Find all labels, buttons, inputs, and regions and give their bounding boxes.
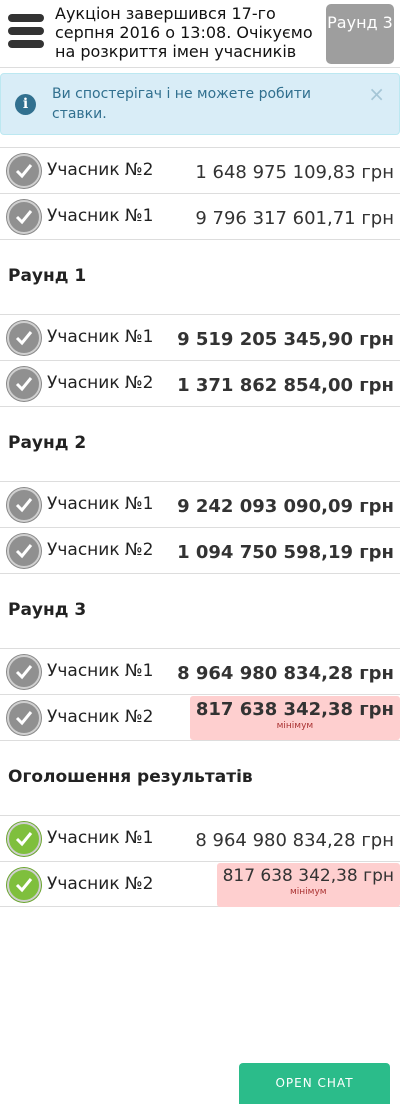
bid-row: Учасник №1 8 964 980 834,28 грн xyxy=(0,648,400,694)
observer-alert: i Ви спостерігач і не можете робити став… xyxy=(0,73,400,135)
bid-amount: 9 242 093 090,09 грн xyxy=(177,496,394,517)
round-title: Раунд 1 xyxy=(8,266,87,286)
bid-row: Учасник №1 9 242 093 090,09 грн xyxy=(0,481,400,527)
check-icon xyxy=(7,868,41,902)
result-row: Учасник №2 817 638 342,38 грн мінімум xyxy=(0,861,400,907)
participant-name: Учасник №2 xyxy=(47,160,154,180)
participant-name: Учасник №1 xyxy=(47,661,154,681)
bid-row: Учасник №2 1 648 975 109,83 грн xyxy=(0,147,400,193)
check-icon xyxy=(7,655,41,689)
round-heading: Раунд 2 xyxy=(0,406,400,481)
menu-icon[interactable] xyxy=(8,14,46,50)
participant-name: Учасник №2 xyxy=(47,373,154,393)
bid-row: Учасник №2 1 371 862 854,00 грн xyxy=(0,360,400,406)
participant-name: Учасник №1 xyxy=(47,206,154,226)
bid-row: Учасник №2 1 094 750 598,19 грн xyxy=(0,527,400,573)
participant-name: Учасник №1 xyxy=(47,327,154,347)
results-title: Оголошення результатів xyxy=(8,767,253,787)
check-icon xyxy=(7,822,41,856)
bids-list: Учасник №2 1 648 975 109,83 грн Учасник … xyxy=(0,147,400,907)
info-icon: i xyxy=(15,94,36,115)
bid-amount: 9 519 205 345,90 грн xyxy=(177,329,394,350)
bid-amount: 8 964 980 834,28 грн xyxy=(195,830,394,851)
participant-name: Учасник №2 xyxy=(47,540,154,560)
check-icon xyxy=(7,200,41,234)
check-icon xyxy=(7,154,41,188)
bid-amount: 1 371 862 854,00 грн xyxy=(177,375,394,396)
round-heading: Раунд 1 xyxy=(0,239,400,314)
participant-name: Учасник №1 xyxy=(47,494,154,514)
round-button[interactable]: Раунд 3 xyxy=(326,4,394,64)
bid-row: Учасник №1 9 519 205 345,90 грн xyxy=(0,314,400,360)
round-title: Раунд 3 xyxy=(8,600,87,620)
minimum-label: мінімум xyxy=(289,887,327,897)
check-icon xyxy=(7,321,41,355)
close-icon[interactable]: × xyxy=(368,82,385,106)
auction-status-title: Аукціон завершився 17-го серпня 2016 о 1… xyxy=(55,4,313,61)
top-bar: Аукціон завершився 17-го серпня 2016 о 1… xyxy=(0,0,400,68)
check-icon xyxy=(7,701,41,735)
bid-amount: 817 638 342,38 грн xyxy=(222,866,394,886)
alert-text: Ви спостерігач і не можете робити ставки… xyxy=(52,86,312,122)
round-title: Раунд 2 xyxy=(8,433,87,453)
minimum-bid-highlight: 817 638 342,38 грн мінімум xyxy=(189,696,400,740)
check-icon xyxy=(7,534,41,568)
participant-name: Учасник №1 xyxy=(47,828,154,848)
result-row: Учасник №1 8 964 980 834,28 грн xyxy=(0,815,400,861)
bid-row: Учасник №1 9 796 317 601,71 грн xyxy=(0,193,400,239)
minimum-bid-highlight: 817 638 342,38 грн мінімум xyxy=(216,863,400,907)
bid-amount: 1 094 750 598,19 грн xyxy=(177,542,394,563)
bid-amount: 9 796 317 601,71 грн xyxy=(195,208,394,229)
participant-name: Учасник №2 xyxy=(47,707,154,727)
bid-amount: 817 638 342,38 грн xyxy=(195,699,394,720)
bid-row: Учасник №2 817 638 342,38 грн мінімум xyxy=(0,694,400,740)
participant-name: Учасник №2 xyxy=(47,874,154,894)
minimum-label: мінімум xyxy=(276,721,314,731)
round-heading: Раунд 3 xyxy=(0,573,400,648)
results-heading: Оголошення результатів xyxy=(0,740,400,815)
open-chat-button[interactable]: OPEN CHAT xyxy=(239,1063,390,1104)
bid-amount: 1 648 975 109,83 грн xyxy=(195,162,394,183)
check-icon xyxy=(7,367,41,401)
bid-amount: 8 964 980 834,28 грн xyxy=(177,663,394,684)
check-icon xyxy=(7,488,41,522)
